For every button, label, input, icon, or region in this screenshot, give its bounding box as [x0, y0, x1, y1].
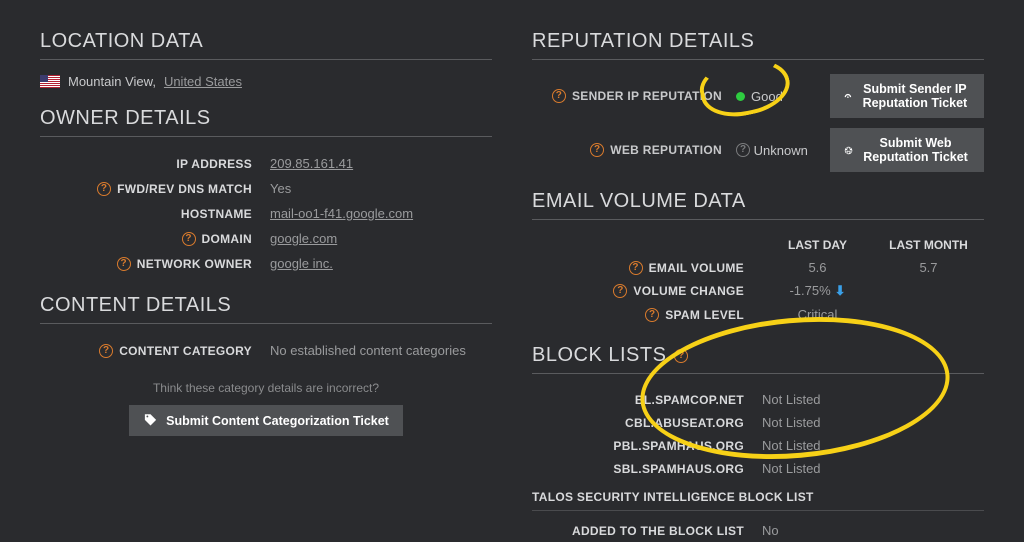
row-content-category: ? CONTENT CATEGORY No established content…: [40, 338, 492, 363]
rep-row-web: ? WEB REPUTATION ? Unknown Submit Web Rep…: [532, 128, 984, 172]
blocklist-status: Not Listed: [762, 415, 984, 430]
row-domain: ? DOMAIN google.com: [40, 226, 492, 251]
status-dot-good-icon: [736, 92, 745, 101]
blocklist-row: BL.SPAMCOP.NET Not Listed: [532, 388, 984, 411]
rep-row-sender: ? SENDER IP REPUTATION Good Submit Sender…: [532, 74, 984, 118]
blocklists-title: BLOCK LISTS: [532, 344, 666, 367]
submit-web-rep-button[interactable]: Submit Web Reputation Ticket: [830, 128, 984, 172]
reputation-heading: REPUTATION DETAILS: [532, 30, 984, 60]
label-ip: IP ADDRESS: [176, 157, 252, 171]
value-web-rep: Unknown: [754, 143, 808, 158]
talos-subheading: TALOS SECURITY INTELLIGENCE BLOCK LIST: [532, 490, 984, 511]
label-hostname: HOSTNAME: [181, 207, 252, 221]
value-vol-month: 5.7: [873, 260, 984, 275]
blocklists-heading: BLOCK LISTS ?: [532, 344, 984, 374]
label-email-volume: EMAIL VOLUME: [649, 261, 744, 275]
location-city: Mountain View,: [68, 74, 156, 89]
blocklist-status: Not Listed: [762, 438, 984, 453]
btn-label: Submit Sender IP Reputation Ticket: [860, 82, 970, 110]
globe-icon: [844, 143, 853, 158]
submit-sender-rep-button[interactable]: Submit Sender IP Reputation Ticket: [830, 74, 984, 118]
location-row: Mountain View, United States: [40, 74, 492, 89]
col-last-month: LAST MONTH: [873, 238, 984, 252]
help-icon[interactable]: ?: [117, 257, 131, 271]
help-icon[interactable]: ?: [182, 232, 196, 246]
label-domain: DOMAIN: [202, 232, 252, 246]
value-spam-day: Critical: [762, 307, 873, 322]
row-ip: IP ADDRESS 209.85.161.41: [40, 151, 492, 176]
value-ip[interactable]: 209.85.161.41: [270, 156, 353, 171]
value-change-day: -1.75%: [789, 283, 830, 298]
volume-header-row: LAST DAY LAST MONTH: [532, 234, 984, 256]
help-icon[interactable]: ?: [645, 308, 659, 322]
gauge-icon: [844, 89, 852, 104]
btn-label: Submit Content Categorization Ticket: [166, 414, 389, 428]
unknown-icon: ?: [736, 143, 750, 157]
btn-label: Submit Web Reputation Ticket: [861, 136, 970, 164]
blocklist-name: BL.SPAMCOP.NET: [635, 393, 744, 407]
owner-heading: OWNER DETAILS: [40, 107, 492, 137]
submit-categorization-button[interactable]: Submit Content Categorization Ticket: [129, 405, 403, 436]
arrow-down-icon: ⬇: [835, 283, 846, 298]
blocklist-status: Not Listed: [762, 392, 984, 407]
value-sender-rep: Good: [751, 89, 783, 104]
flag-us-icon: [40, 75, 60, 88]
row-netowner: ? NETWORK OWNER google inc.: [40, 251, 492, 276]
help-icon[interactable]: ?: [590, 143, 604, 157]
value-vol-day: 5.6: [762, 260, 873, 275]
label-volume-change: VOLUME CHANGE: [633, 284, 744, 298]
help-icon[interactable]: ?: [613, 284, 627, 298]
location-heading: LOCATION DATA: [40, 30, 492, 60]
col-last-day: LAST DAY: [762, 238, 873, 252]
label-sender-rep: SENDER IP REPUTATION: [572, 89, 722, 103]
content-heading: CONTENT DETAILS: [40, 294, 492, 324]
row-dns: ? FWD/REV DNS MATCH Yes: [40, 176, 492, 201]
help-icon[interactable]: ?: [99, 344, 113, 358]
label-dns: FWD/REV DNS MATCH: [117, 182, 252, 196]
blocklist-name: CBL.ABUSEAT.ORG: [625, 416, 744, 430]
help-icon[interactable]: ?: [552, 89, 566, 103]
label-spam-level: SPAM LEVEL: [665, 308, 744, 322]
value-added: No: [762, 523, 984, 538]
blocklist-row: CBL.ABUSEAT.ORG Not Listed: [532, 411, 984, 434]
row-volume-change: ? VOLUME CHANGE -1.75% ⬇: [532, 279, 984, 303]
label-web-rep: WEB REPUTATION: [610, 143, 722, 157]
label-content-cat: CONTENT CATEGORY: [119, 344, 252, 358]
value-dns: Yes: [270, 181, 492, 196]
row-hostname: HOSTNAME mail-oo1-f41.google.com: [40, 201, 492, 226]
blocklist-name: PBL.SPAMHAUS.ORG: [613, 439, 744, 453]
help-icon[interactable]: ?: [674, 349, 688, 363]
help-icon[interactable]: ?: [97, 182, 111, 196]
value-content-cat: No established content categories: [270, 343, 492, 358]
value-domain[interactable]: google.com: [270, 231, 337, 246]
blocklist-status: Not Listed: [762, 461, 984, 476]
help-icon[interactable]: ?: [629, 261, 643, 275]
blocklist-name: SBL.SPAMHAUS.ORG: [613, 462, 744, 476]
label-added: ADDED TO THE BLOCK LIST: [572, 524, 744, 538]
value-netowner[interactable]: google inc.: [270, 256, 333, 271]
location-country-link[interactable]: United States: [164, 74, 242, 89]
tag-icon: [143, 413, 158, 428]
volume-heading: EMAIL VOLUME DATA: [532, 190, 984, 220]
row-email-volume: ? EMAIL VOLUME 5.6 5.7: [532, 256, 984, 279]
content-hint: Think these category details are incorre…: [40, 381, 492, 395]
row-spam-level: ? SPAM LEVEL Critical: [532, 303, 984, 326]
label-netowner: NETWORK OWNER: [137, 257, 252, 271]
value-hostname[interactable]: mail-oo1-f41.google.com: [270, 206, 413, 221]
blocklist-row: PBL.SPAMHAUS.ORG Not Listed: [532, 434, 984, 457]
blocklist-row: SBL.SPAMHAUS.ORG Not Listed: [532, 457, 984, 480]
row-added-to-blocklist: ADDED TO THE BLOCK LIST No: [532, 519, 984, 542]
